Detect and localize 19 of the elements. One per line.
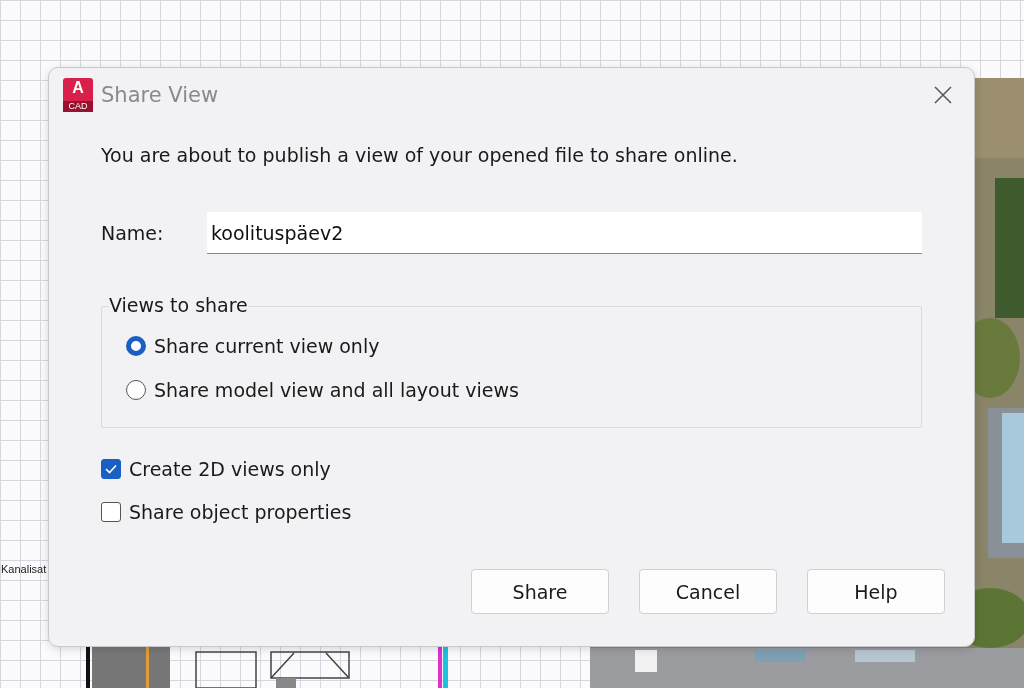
dialog-button[interactable]: Help xyxy=(807,569,945,614)
radio-button[interactable] xyxy=(126,380,146,400)
name-field[interactable]: koolituspäev2 xyxy=(207,212,922,254)
checkbox[interactable] xyxy=(101,459,121,479)
radio-label[interactable]: Share model view and all layout views xyxy=(154,379,519,401)
drawing-label: Kanalisat xyxy=(1,563,47,575)
radio-label[interactable]: Share current view only xyxy=(154,335,380,357)
checkbox-label[interactable]: Share object properties xyxy=(129,501,352,523)
message-text: You are about to publish a view of your opened file to share online. xyxy=(101,144,739,166)
check-icon xyxy=(105,464,117,474)
checkbox[interactable] xyxy=(101,502,121,522)
dialog-button[interactable]: Share xyxy=(471,569,609,614)
close-icon xyxy=(934,86,952,104)
app-logo-icon: A CAD xyxy=(63,78,93,112)
window-title: Share View xyxy=(101,83,220,107)
dialog-button[interactable]: Cancel xyxy=(639,569,777,614)
checkbox-label[interactable]: Create 2D views only xyxy=(129,458,331,480)
name-label: Name: xyxy=(101,222,165,244)
radio-button[interactable] xyxy=(126,336,146,356)
